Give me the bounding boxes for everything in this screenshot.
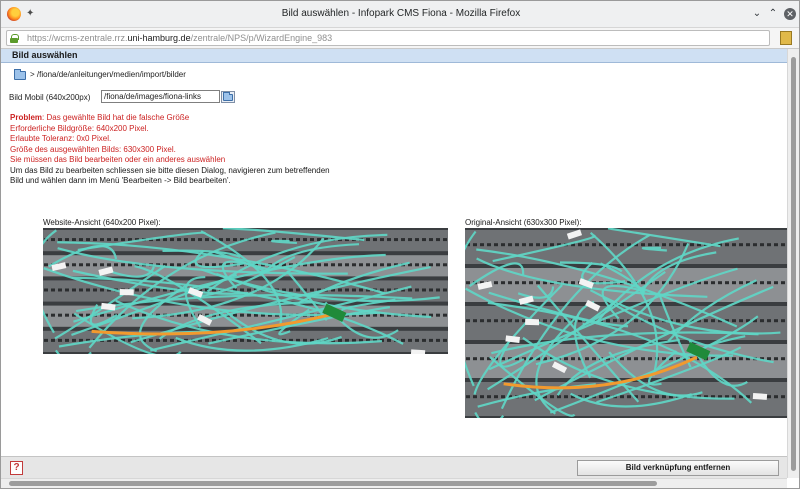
path-text: > /fiona/de/anleitungen/medien/import/bi…	[30, 70, 186, 79]
message-line: Sie müssen das Bild bearbeiten oder ein …	[10, 155, 226, 164]
remove-image-link-button[interactable]: Bild verknüpfung entfernen	[577, 460, 779, 476]
url-path: /zentrale/NPS/p/WizardEngine_983	[190, 33, 333, 43]
close-icon[interactable]: ✕	[784, 8, 796, 20]
lock-icon[interactable]	[10, 34, 19, 43]
url-bar: https://wcms-zentrale.rrz.uni-hamburg.de…	[1, 28, 799, 49]
url-prefix: https://wcms-zentrale.rrz.	[27, 33, 128, 43]
image-field-label: Bild Mobil (640x200px)	[9, 93, 91, 102]
folder-icon[interactable]	[14, 69, 26, 80]
horizontal-scroll-thumb[interactable]	[9, 481, 657, 486]
horizontal-scrollbar[interactable]	[1, 478, 787, 488]
window-title: Bild auswählen - Infopark CMS Fiona - Mo…	[281, 8, 521, 19]
dialog-content: Bild auswählen > /fiona/de/anleitungen/m…	[1, 49, 787, 456]
dialog-footer: ? Bild verknüpfung entfernen	[1, 456, 787, 478]
url-host: uni-hamburg.de	[127, 33, 191, 43]
instruction-line: Bild und wählen dann im Menü 'Bearbeiten…	[10, 176, 231, 185]
original-view-image	[465, 228, 787, 418]
browse-button[interactable]	[221, 91, 235, 103]
message-line: Erlaubte Toleranz: 0x0 Pixel.	[10, 134, 112, 143]
minimize-icon[interactable]: ⌄	[751, 8, 763, 20]
title-bar: ✦ Bild auswählen - Infopark CMS Fiona - …	[1, 1, 799, 28]
original-view-caption: Original-Ansicht (630x300 Pixel):	[465, 218, 582, 227]
browser-window: ✦ Bild auswählen - Infopark CMS Fiona - …	[0, 0, 800, 489]
vertical-scrollbar[interactable]	[787, 49, 799, 478]
url-field[interactable]: https://wcms-zentrale.rrz.uni-hamburg.de…	[6, 30, 770, 46]
problem-line: Problem: Das gewählte Bild hat die falsc…	[10, 113, 330, 124]
maximize-icon[interactable]: ⌃	[767, 8, 779, 20]
instruction-line: Um das Bild zu bearbeiten schliessen sie…	[10, 165, 330, 175]
problem-text: : Das gewählte Bild hat die falsche Größ…	[42, 113, 190, 122]
vertical-scroll-thumb[interactable]	[791, 57, 796, 471]
error-message: Problem: Das gewählte Bild hat die falsc…	[10, 113, 330, 187]
problem-label: Problem	[10, 113, 43, 122]
image-path-input[interactable]	[101, 90, 220, 103]
section-header: Bild auswählen	[1, 49, 787, 63]
message-line: Erforderliche Bildgröße: 640x200 Pixel.	[10, 123, 149, 133]
website-view-caption: Website-Ansicht (640x200 Pixel):	[43, 218, 161, 227]
website-view-image	[43, 228, 448, 354]
bookmark-icon[interactable]	[780, 31, 792, 45]
help-icon[interactable]: ?	[10, 461, 23, 475]
folder-open-icon	[223, 92, 233, 101]
message-line: Größe des ausgewählten Bilds: 630x300 Pi…	[10, 144, 176, 154]
